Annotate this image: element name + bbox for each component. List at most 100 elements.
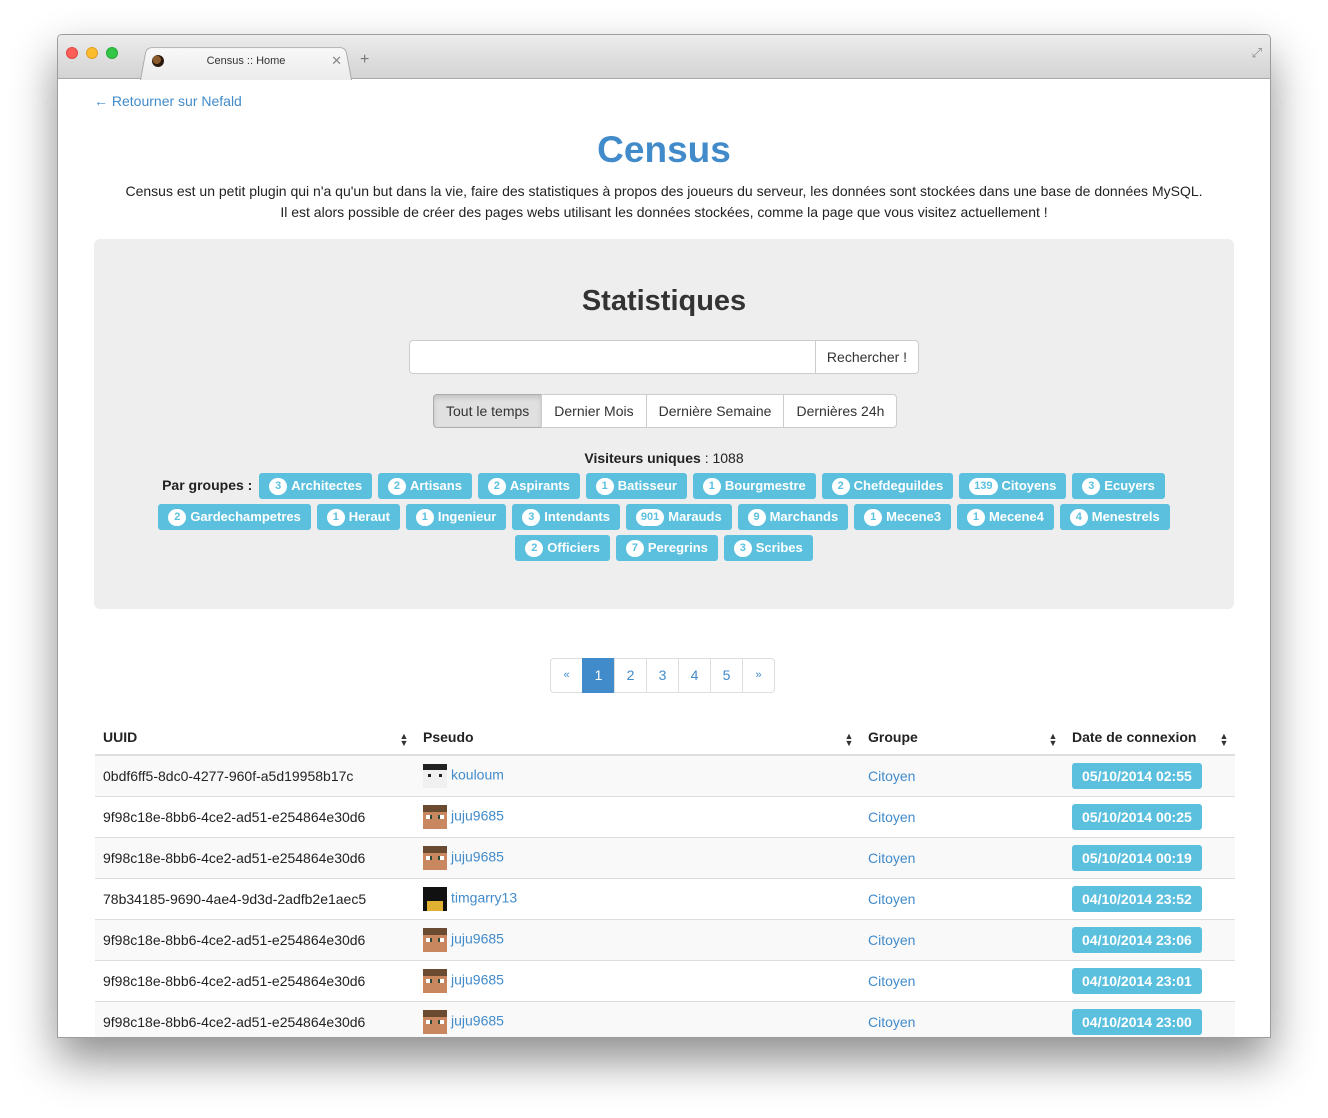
sort-icon[interactable]: ▲▼	[1048, 731, 1058, 745]
pseudo-link[interactable]: timgarry13	[451, 889, 517, 905]
column-header[interactable]: Groupe ▲▼	[860, 720, 1064, 756]
date-cell: 05/10/2014 00:25	[1064, 795, 1235, 837]
pagination-next[interactable]: »	[742, 658, 775, 693]
uuid-cell: 9f98c18e-8bb6-4ce2-ad51-e254864e30d6	[95, 795, 415, 837]
group-link[interactable]: Citoyen	[868, 973, 915, 989]
search-input[interactable]	[409, 340, 815, 374]
group-button[interactable]: 1 Heraut	[316, 504, 400, 531]
window-zoom-button[interactable]	[106, 47, 118, 59]
group-name: Ecuyers	[1104, 478, 1155, 494]
group-button[interactable]: 3 Ecuyers	[1072, 473, 1165, 500]
search-group: Rechercher !	[409, 340, 919, 374]
pagination-page[interactable]: 5	[710, 658, 743, 693]
pseudo-link[interactable]: juju9685	[451, 971, 504, 987]
new-tab-icon[interactable]: +	[360, 51, 369, 69]
group-button[interactable]: 1 Ingenieur	[405, 504, 507, 531]
group-button[interactable]: 3 Intendants	[512, 504, 620, 531]
group-link[interactable]: Citoyen	[868, 932, 915, 948]
group-count-badge: 2	[168, 509, 187, 527]
sort-icon[interactable]: ▲▼	[399, 731, 409, 745]
column-header[interactable]: Pseudo ▲▼	[415, 720, 860, 756]
sort-icon[interactable]: ▲▼	[844, 731, 854, 745]
group-button[interactable]: 9 Marchands	[737, 504, 849, 531]
group-name: Peregrins	[647, 540, 708, 556]
group-link[interactable]: Citoyen	[868, 891, 915, 907]
uuid-cell: 9f98c18e-8bb6-4ce2-ad51-e254864e30d6	[95, 959, 415, 1001]
period-button[interactable]: Tout le temps	[433, 394, 543, 428]
uuid-cell: 78b34185-9690-4ae4-9d3d-2adfb2e1aec5	[95, 877, 415, 919]
group-button[interactable]: 4 Menestrels	[1059, 504, 1170, 531]
group-button[interactable]: 1 Bourgmestre	[692, 473, 816, 500]
group-button[interactable]: 2 Officiers	[515, 535, 610, 562]
browser-tab[interactable]: Census :: Home ✕	[140, 47, 352, 79]
date-badge: 04/10/2014 23:01	[1072, 967, 1202, 994]
group-link[interactable]: Citoyen	[868, 850, 915, 866]
group-button[interactable]: 139 Citoyens	[959, 473, 1067, 500]
group-button[interactable]: 7 Peregrins	[615, 535, 718, 562]
pagination-prev[interactable]: «	[550, 658, 583, 693]
date-cell: 04/10/2014 23:00	[1064, 1000, 1235, 1037]
window-close-button[interactable]	[66, 47, 78, 59]
group-button[interactable]: 3 Architectes	[259, 473, 373, 500]
pseudo-link[interactable]: kouloum	[451, 766, 504, 782]
column-header[interactable]: Date de connexion ▲▼	[1064, 720, 1235, 756]
uuid-cell: 9f98c18e-8bb6-4ce2-ad51-e254864e30d6	[95, 836, 415, 878]
period-button[interactable]: Dernier Mois	[541, 394, 647, 428]
group-button[interactable]: 1 Batisseur	[585, 473, 687, 500]
group-button[interactable]: 2 Aspirants	[477, 473, 580, 500]
column-header[interactable]: UUID ▲▼	[95, 720, 415, 756]
group-link[interactable]: Citoyen	[868, 768, 915, 784]
sort-icon[interactable]: ▲▼	[1219, 731, 1229, 745]
group-link[interactable]: Citoyen	[868, 809, 915, 825]
pseudo-link[interactable]: juju9685	[451, 930, 504, 946]
group-button[interactable]: 2 Chefdeguildes	[821, 473, 954, 500]
group-button[interactable]: 1 Mecene4	[956, 504, 1054, 531]
search-button[interactable]: Rechercher !	[815, 340, 919, 374]
pseudo-link[interactable]: juju9685	[451, 1012, 504, 1028]
avatar	[423, 845, 447, 870]
date-cell: 04/10/2014 23:52	[1064, 877, 1235, 919]
column-header-label: Date de connexion	[1072, 729, 1197, 745]
group-button[interactable]: 2 Artisans	[377, 473, 472, 500]
date-badge: 05/10/2014 00:25	[1072, 803, 1202, 830]
period-button[interactable]: Dernières 24h	[783, 394, 898, 428]
pseudo-cell: juju9685	[415, 836, 860, 878]
group-button[interactable]: 901 Marauds	[625, 504, 732, 531]
group-name: Scribes	[755, 540, 803, 556]
pseudo-cell: juju9685	[415, 918, 860, 960]
group-count-badge: 1	[702, 478, 721, 496]
window-minimize-button[interactable]	[86, 47, 98, 59]
pagination: «1 2 3 4 5»	[550, 658, 775, 693]
pagination-page[interactable]: 4	[678, 658, 711, 693]
group-button[interactable]: 3 Scribes	[723, 535, 813, 562]
pagination-page[interactable]: 2	[614, 658, 647, 693]
group-name: Menestrels	[1091, 509, 1160, 525]
pseudo-cell: juju9685	[415, 959, 860, 1001]
connections-table: UUID ▲▼ Pseudo ▲▼ Groupe ▲▼ Date de connexion ▲…	[95, 720, 1235, 1037]
fullscreen-icon[interactable]: ⤢	[1252, 45, 1262, 61]
avatar	[423, 804, 447, 829]
avatar	[423, 763, 447, 788]
intro-text: Census est un petit plugin qui n'a qu'un…	[58, 181, 1270, 223]
period-button[interactable]: Dernière Semaine	[645, 394, 785, 428]
stats-title: Statistiques	[581, 285, 747, 317]
pseudo-link[interactable]: juju9685	[451, 848, 504, 864]
back-link[interactable]: ← Retourner sur Nefald	[94, 93, 242, 109]
date-badge: 05/10/2014 00:19	[1072, 844, 1202, 871]
avatar	[423, 927, 447, 952]
table-row: 9f98c18e-8bb6-4ce2-ad51-e254864e30d6 juju…	[95, 1000, 1235, 1037]
group-name: Intendants	[544, 509, 610, 525]
pagination-page[interactable]: 1	[582, 658, 615, 693]
group-button[interactable]: 2 Gardechampetres	[158, 504, 311, 531]
group-link[interactable]: Citoyen	[868, 1014, 915, 1030]
date-cell: 04/10/2014 23:01	[1064, 959, 1235, 1001]
group-name: Citoyens	[1001, 478, 1057, 494]
group-name: Gardechampetres	[190, 509, 301, 525]
avatar	[423, 1009, 447, 1034]
pseudo-link[interactable]: juju9685	[451, 807, 504, 823]
pagination-page[interactable]: 3	[646, 658, 679, 693]
group-button[interactable]: 1 Mecene3	[854, 504, 952, 531]
tab-close-icon[interactable]: ✕	[331, 53, 342, 69]
date-badge: 04/10/2014 23:52	[1072, 885, 1202, 912]
intro-line-1: Census est un petit plugin qui n'a qu'un…	[125, 183, 1203, 199]
